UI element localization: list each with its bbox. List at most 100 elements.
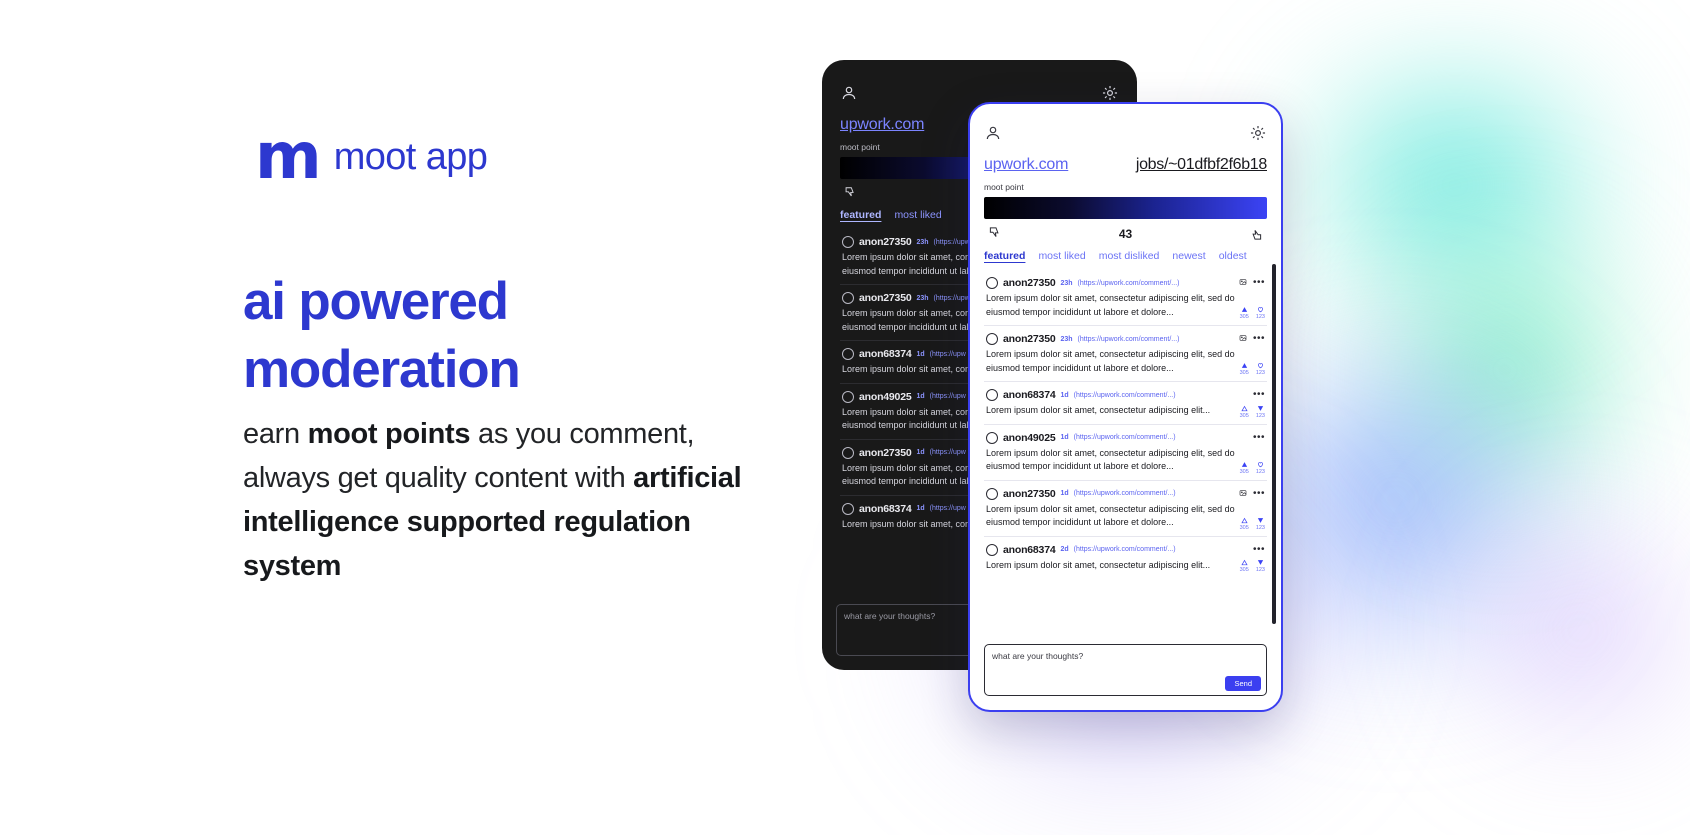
downvote-count: 123 — [1255, 370, 1265, 376]
downvote-action[interactable]: 123 — [1256, 405, 1265, 419]
job-path-link[interactable]: jobs/~01dfbf2f6b18 — [1136, 156, 1267, 174]
comment-permalink[interactable]: (https://upwork.com/comment/...) — [1074, 434, 1176, 441]
comment-body: Lorem ipsum dolor sit amet, consectetur … — [986, 405, 1211, 415]
comment-body: Lorem ipsum dolor sit amet, consectetur … — [986, 447, 1235, 472]
thumbs-up-icon[interactable] — [1250, 226, 1265, 241]
thumbs-down-icon[interactable] — [842, 186, 856, 200]
comment-author: anon27350 — [859, 446, 912, 459]
send-button[interactable]: Send — [1225, 676, 1261, 691]
person-icon[interactable] — [840, 84, 858, 102]
gear-icon[interactable] — [1101, 84, 1119, 102]
comment-permalink[interactable]: (https://upwork.com/comment/...) — [1074, 546, 1176, 553]
tab-most-liked[interactable]: most liked — [1038, 250, 1085, 262]
comment-actions: 305 123 — [1240, 405, 1265, 419]
upvote-action[interactable]: 305 — [1240, 306, 1249, 320]
comment-time: 1d — [916, 350, 925, 358]
image-icon[interactable] — [1239, 489, 1247, 497]
downvote-action[interactable]: 123 — [1256, 306, 1265, 320]
heart-icon — [1258, 307, 1263, 313]
triangle-down-icon — [1257, 517, 1264, 523]
brand-mark-icon: m — [255, 120, 322, 194]
downvote-action[interactable]: 123 — [1256, 461, 1265, 475]
upvote-action[interactable]: 305 — [1240, 559, 1249, 573]
tab-most-disliked[interactable]: most disliked — [1099, 250, 1160, 262]
comment-author: anon68374 — [859, 348, 912, 360]
tab-oldest[interactable]: oldest — [1219, 250, 1247, 262]
comment-time: 1d — [916, 505, 925, 512]
comment-time: 1d — [1060, 490, 1069, 497]
comment-permalink[interactable]: (https://upwork.com/comment/...) — [1078, 336, 1180, 343]
list-item[interactable]: anon27350 1d (https://upwork.com/comment… — [984, 481, 1267, 537]
subcopy-part-1: earn — [243, 418, 308, 450]
back-site-link[interactable]: upwork.com — [840, 116, 924, 134]
avatar — [842, 446, 854, 459]
avatar — [986, 487, 998, 500]
back-tab-featured[interactable]: featured — [840, 209, 881, 221]
comment-body: Lorem ipsum dolor sit amet, consectetur … — [986, 293, 1235, 317]
glow-green — [1340, 200, 1670, 540]
comment-menu-icon[interactable]: ••• — [1253, 389, 1265, 400]
avatar — [842, 292, 854, 304]
list-item[interactable]: anon68374 1d (https://upwork.com/comment… — [984, 382, 1267, 425]
triangle-up-icon — [1241, 363, 1247, 368]
gear-icon[interactable] — [1249, 124, 1267, 142]
comment-list-scrollbar[interactable] — [1272, 264, 1276, 624]
comment-permalink[interactable]: (https://upw — [934, 239, 970, 246]
site-link[interactable]: upwork.com — [984, 156, 1068, 174]
comment-permalink[interactable]: (https://upw — [930, 393, 966, 400]
comment-permalink[interactable]: (https://upw — [930, 505, 966, 512]
image-icon[interactable] — [1239, 278, 1247, 286]
comment-author: anon68374 — [1003, 389, 1056, 401]
avatar — [842, 236, 854, 248]
landing-hero: m moot app ai powered moderation earn mo… — [0, 0, 1690, 835]
downvote-action[interactable]: 123 — [1256, 559, 1265, 573]
comment-time: 23h — [1060, 335, 1073, 343]
triangle-up-icon — [1241, 559, 1248, 566]
page-title: ai powered moderation — [243, 268, 783, 404]
list-item[interactable]: anon27350 23h (https://upwork.com/commen… — [984, 270, 1267, 326]
person-icon[interactable] — [984, 124, 1002, 142]
headline-line-2: moderation — [243, 339, 521, 399]
avatar — [842, 390, 854, 403]
thumbs-down-icon[interactable] — [986, 226, 1001, 241]
downvote-count: 123 — [1255, 567, 1265, 573]
upvote-action[interactable]: 305 — [1240, 362, 1249, 376]
comment-permalink[interactable]: (https://upwork.com/comment/...) — [1074, 490, 1176, 497]
triangle-up-icon — [1241, 517, 1248, 523]
headline-line-1: ai powered — [243, 272, 509, 331]
comment-menu-icon[interactable]: ••• — [1253, 488, 1265, 499]
comment-menu-icon[interactable]: ••• — [1253, 333, 1265, 344]
back-tab-most-liked[interactable]: most liked — [894, 209, 941, 221]
upvote-action[interactable]: 305 — [1240, 461, 1249, 475]
upvote-count: 305 — [1239, 524, 1249, 531]
tab-newest[interactable]: newest — [1172, 250, 1205, 262]
downvote-action[interactable]: 123 — [1256, 362, 1265, 376]
list-item[interactable]: anon49025 1d (https://upwork.com/comment… — [984, 425, 1267, 481]
list-item[interactable]: anon68374 2d (https://upwork.com/comment… — [984, 537, 1267, 579]
comment-body: Lorem ipsum dolor sit amet, consectetur … — [986, 503, 1235, 528]
comment-menu-icon[interactable]: ••• — [1253, 432, 1265, 443]
upvote-count: 305 — [1239, 567, 1249, 573]
triangle-down-icon — [1257, 560, 1264, 565]
image-icon[interactable] — [1239, 334, 1247, 342]
downvote-action[interactable]: 123 — [1256, 517, 1265, 531]
comment-permalink[interactable]: (https://upwork.com/comment/...) — [1078, 280, 1180, 287]
comment-composer[interactable]: what are your thoughts? Send — [984, 644, 1267, 696]
comment-menu-icon[interactable]: ••• — [1253, 544, 1265, 555]
heart-icon — [1258, 363, 1263, 369]
moot-point-label: moot point — [984, 182, 1024, 192]
comment-permalink[interactable]: (https://upw — [934, 295, 970, 302]
comment-permalink[interactable]: (https://upw — [930, 351, 966, 358]
comment-permalink[interactable]: (https://upwork.com/comment/...) — [1074, 392, 1176, 399]
upvote-action[interactable]: 305 — [1240, 405, 1249, 419]
avatar — [986, 543, 998, 556]
upvote-count: 305 — [1239, 412, 1249, 419]
comment-permalink[interactable]: (https://upw — [930, 449, 966, 456]
comment-menu-icon[interactable]: ••• — [1253, 277, 1265, 288]
tab-featured[interactable]: featured — [984, 250, 1025, 262]
comment-body: Lorem ipsum dolor sit amet, consectetur … — [986, 349, 1235, 373]
upvote-action[interactable]: 305 — [1240, 517, 1249, 531]
app-mockup-front: upwork.com jobs/~01dfbf2f6b18 moot point… — [968, 102, 1283, 712]
avatar — [842, 502, 854, 515]
list-item[interactable]: anon27350 23h (https://upwork.com/commen… — [984, 326, 1267, 382]
